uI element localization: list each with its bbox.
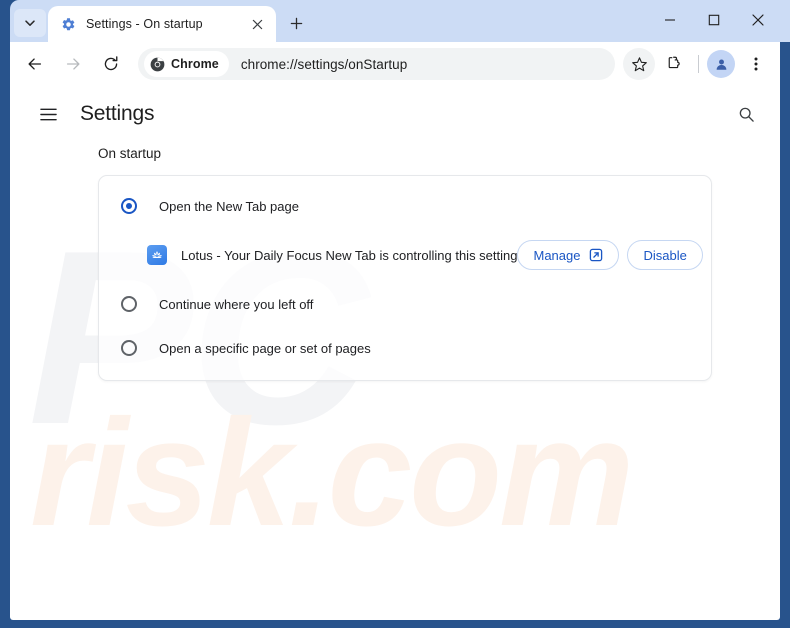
disable-button[interactable]: Disable — [627, 240, 703, 270]
chevron-down-icon — [25, 20, 35, 26]
hamburger-menu-icon — [39, 108, 57, 120]
extensions-puzzle-icon — [668, 56, 680, 69]
manage-button[interactable]: Manage — [517, 240, 620, 270]
star-icon — [631, 56, 647, 71]
forward-button[interactable] — [57, 48, 89, 80]
toolbar-divider — [698, 55, 699, 73]
chrome-logo-icon — [150, 57, 165, 71]
disable-button-label: Disable — [643, 247, 687, 263]
settings-gear-icon — [60, 16, 76, 32]
maximize-icon — [708, 14, 720, 26]
on-startup-section: On startup Open the New Tab page Lotus -… — [10, 146, 780, 381]
page-title: Settings — [80, 102, 155, 125]
browser-window: Settings - On startup Chrome chrome://se… — [0, 0, 790, 628]
extension-controlled-notice: Lotus - Your Daily Focus New Tab is cont… — [99, 228, 711, 282]
manage-button-label: Manage — [533, 247, 581, 263]
chrome-origin-chip: Chrome — [144, 51, 229, 77]
close-tab-icon[interactable] — [246, 13, 268, 35]
forward-arrow-icon — [66, 58, 80, 70]
radio-label-specific-pages: Open a specific page or set of pages — [159, 340, 371, 356]
radio-label-continue-where-left-off: Continue where you left off — [159, 296, 314, 312]
address-bar-url: chrome://settings/onStartup — [240, 56, 408, 72]
chrome-chip-label: Chrome — [171, 57, 219, 71]
radio-new-tab-page[interactable] — [121, 198, 137, 214]
radio-row-new-tab-page[interactable]: Open the New Tab page — [99, 184, 711, 228]
browser-menu-button[interactable] — [740, 48, 772, 80]
startup-options-card: Open the New Tab page Lotus - Your Daily… — [98, 175, 712, 381]
radio-row-continue-where-left-off[interactable]: Continue where you left off — [99, 282, 711, 326]
radio-row-specific-pages[interactable]: Open a specific page or set of pages — [99, 326, 711, 370]
profile-avatar-button[interactable] — [707, 50, 735, 78]
tab-title: Settings - On startup — [86, 17, 203, 31]
tab-settings[interactable]: Settings - On startup — [48, 6, 276, 42]
extension-notice-text: Lotus - Your Daily Focus New Tab is cont… — [181, 247, 518, 263]
browser-toolbar: Chrome chrome://settings/onStartup — [10, 42, 780, 86]
lotus-extension-icon — [147, 245, 167, 265]
settings-search-button[interactable] — [728, 96, 764, 132]
new-tab-button[interactable] — [282, 9, 310, 37]
back-button[interactable] — [19, 48, 51, 80]
hamburger-menu-button[interactable] — [30, 96, 66, 132]
address-bar[interactable]: Chrome chrome://settings/onStartup — [138, 48, 615, 80]
profile-avatar-icon — [716, 59, 726, 70]
plus-icon — [290, 17, 302, 29]
lotus-glyph-icon — [152, 251, 162, 258]
minimize-icon — [665, 19, 675, 21]
reload-button[interactable] — [95, 48, 127, 80]
radio-continue-where-left-off[interactable] — [121, 296, 137, 312]
close-window-icon — [752, 14, 764, 26]
reload-icon — [104, 56, 118, 71]
three-dot-menu-icon — [754, 57, 758, 71]
minimize-button[interactable] — [648, 3, 692, 37]
settings-header: Settings — [10, 86, 780, 142]
close-window-button[interactable] — [736, 3, 780, 37]
back-arrow-icon — [28, 58, 42, 70]
maximize-button[interactable] — [692, 3, 736, 37]
tab-search-button[interactable] — [14, 9, 46, 37]
extensions-button[interactable] — [659, 48, 691, 80]
open-in-new-icon — [589, 248, 603, 262]
window-controls — [648, 0, 780, 40]
radio-label-new-tab-page: Open the New Tab page — [159, 198, 299, 214]
page-viewport: PC risk.com Settings On startup — [10, 86, 780, 620]
watermark-bottom: risk.com — [30, 388, 634, 558]
bookmark-star-button[interactable] — [623, 48, 655, 80]
search-icon — [739, 107, 754, 122]
radio-specific-pages[interactable] — [121, 340, 137, 356]
section-heading: On startup — [98, 146, 162, 161]
